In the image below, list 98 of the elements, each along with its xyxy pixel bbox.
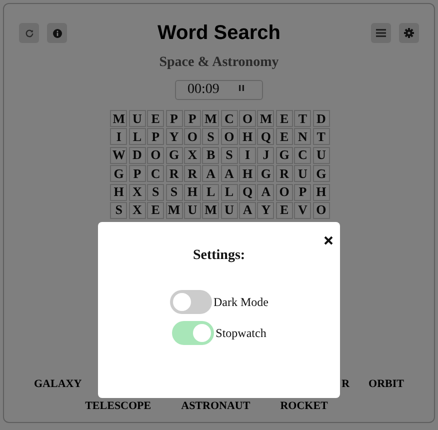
refresh-button[interactable]: [19, 23, 39, 43]
letter-cell[interactable]: D: [128, 146, 146, 164]
letter-cell[interactable]: I: [110, 128, 128, 146]
letter-cell[interactable]: C: [220, 110, 238, 127]
letter-cell[interactable]: O: [184, 128, 201, 146]
word-list-item: TELESCOPE: [85, 400, 152, 412]
letter-cell[interactable]: E: [147, 202, 164, 219]
word-list-item: ASTRONAUT: [181, 400, 250, 412]
letter-cell[interactable]: N: [294, 128, 312, 146]
letter-cell[interactable]: O: [239, 110, 256, 127]
letter-cell[interactable]: G: [312, 165, 330, 182]
letter-cell[interactable]: W: [110, 146, 128, 164]
letter-cell[interactable]: H: [184, 184, 201, 201]
letter-cell[interactable]: Y: [166, 128, 183, 146]
letter-cell[interactable]: M: [257, 110, 274, 127]
letter-cell[interactable]: B: [202, 146, 220, 164]
letter-cell[interactable]: U: [294, 165, 312, 182]
letter-cell[interactable]: S: [220, 146, 238, 164]
letter-cell[interactable]: G: [257, 165, 274, 182]
letter-cell[interactable]: G: [110, 165, 128, 182]
letter-cell[interactable]: Y: [257, 202, 274, 219]
letter-cell[interactable]: P: [166, 110, 183, 127]
letter-cell[interactable]: O: [276, 184, 293, 201]
info-button[interactable]: [47, 23, 67, 43]
letter-cell[interactable]: M: [202, 110, 220, 127]
toggle-switch[interactable]: [172, 321, 214, 345]
letter-cell[interactable]: L: [220, 184, 238, 201]
letter-cell[interactable]: H: [110, 184, 128, 201]
info-icon: [52, 28, 62, 38]
close-icon: [324, 236, 333, 245]
settings-button[interactable]: [399, 23, 419, 43]
settings-icon: [404, 28, 414, 38]
letter-cell[interactable]: S: [202, 128, 220, 146]
category-title: Space & Astronomy: [158, 55, 280, 71]
letter-cell[interactable]: L: [128, 128, 146, 146]
letter-cell[interactable]: U: [220, 202, 238, 219]
letter-cell[interactable]: X: [184, 146, 201, 164]
letter-cell[interactable]: U: [312, 146, 330, 164]
letter-cell[interactable]: S: [110, 202, 128, 219]
toggle-label: Dark Mode: [214, 294, 268, 310]
letter-cell[interactable]: P: [294, 184, 312, 201]
letter-cell[interactable]: E: [276, 128, 293, 146]
letter-cell[interactable]: P: [147, 128, 164, 146]
letter-cell[interactable]: H: [239, 165, 256, 182]
letter-cell[interactable]: M: [110, 110, 128, 127]
letter-cell[interactable]: T: [312, 128, 330, 146]
letter-cell[interactable]: R: [166, 165, 183, 182]
letter-cell[interactable]: G: [166, 146, 183, 164]
letter-cell[interactable]: D: [312, 110, 330, 127]
letter-cell[interactable]: V: [294, 202, 312, 219]
letter-cell[interactable]: O: [312, 202, 330, 219]
letter-cell[interactable]: O: [220, 128, 238, 146]
letter-cell[interactable]: C: [147, 165, 164, 182]
word-list-item: R: [342, 378, 350, 390]
refresh-icon: [24, 28, 34, 38]
letter-cell[interactable]: E: [276, 110, 293, 127]
letter-cell[interactable]: T: [294, 110, 312, 127]
pause-icon: [239, 85, 244, 91]
letter-cell[interactable]: G: [276, 146, 293, 164]
toggle-switch[interactable]: [170, 290, 212, 314]
app-title: Word Search: [158, 22, 280, 44]
letter-cell[interactable]: P: [128, 165, 146, 182]
toggle-label: Stopwatch: [216, 326, 266, 340]
letter-cell[interactable]: J: [257, 146, 274, 164]
letter-cell[interactable]: R: [184, 165, 201, 182]
elapsed-time: 00:09: [188, 82, 220, 98]
letter-cell[interactable]: X: [128, 202, 146, 219]
pause-button[interactable]: [239, 85, 244, 91]
dialog-title: Settings:: [192, 248, 246, 264]
letter-cell[interactable]: C: [294, 146, 312, 164]
letter-cell[interactable]: R: [276, 165, 293, 182]
letter-cell[interactable]: A: [220, 165, 238, 182]
letter-cell[interactable]: H: [239, 128, 256, 146]
letter-cell[interactable]: S: [166, 184, 183, 201]
letter-cell[interactable]: Q: [257, 128, 274, 146]
letter-cell[interactable]: O: [147, 146, 164, 164]
close-button[interactable]: [324, 236, 333, 245]
letter-cell[interactable]: E: [147, 110, 164, 127]
word-list-item: ROCKET: [280, 400, 328, 412]
list-icon: [376, 29, 386, 37]
letter-cell[interactable]: M: [202, 202, 220, 219]
letter-cell[interactable]: U: [128, 110, 146, 127]
letter-cell[interactable]: H: [312, 184, 330, 201]
letter-cell[interactable]: X: [128, 184, 146, 201]
letter-cell[interactable]: Q: [239, 184, 256, 201]
letter-cell[interactable]: A: [239, 202, 256, 219]
letter-cell[interactable]: E: [276, 202, 293, 219]
word-list-item: GALAXY: [34, 378, 82, 390]
letter-cell[interactable]: P: [184, 110, 201, 127]
letter-cell[interactable]: U: [184, 202, 201, 219]
letter-cell[interactable]: L: [202, 184, 220, 201]
word-list-item: ORBIT: [368, 378, 404, 390]
letter-cell[interactable]: S: [147, 184, 164, 201]
letter-cell[interactable]: A: [257, 184, 274, 201]
letter-cell[interactable]: I: [239, 146, 256, 164]
letter-cell[interactable]: A: [202, 165, 220, 182]
letter-cell[interactable]: M: [166, 202, 183, 219]
list-button[interactable]: [371, 23, 391, 43]
